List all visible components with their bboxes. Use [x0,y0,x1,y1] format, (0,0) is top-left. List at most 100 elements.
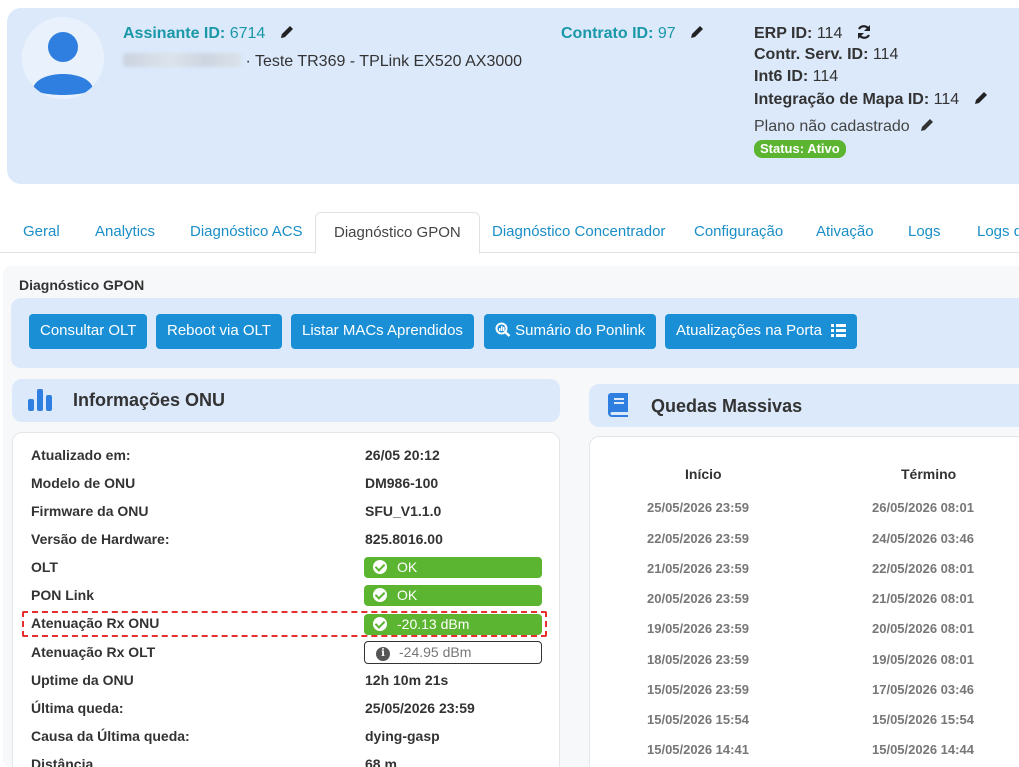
assinante-id-label: Assinante ID: [123,25,226,42]
info-label-firmware: Firmware da ONU [31,503,149,519]
info-value-distancia: 68 m [365,756,397,767]
queda-termino-cell: 19/05/2026 08:01 [872,652,974,667]
search-chart-icon [495,322,511,337]
info-label-olt: OLT [31,559,58,575]
subscriber-description: · Teste TR369 - TPLink EX520 AX3000 [245,53,523,70]
tab-diagnostico-concentrador[interactable]: Diagnóstico Concentrador [492,212,665,253]
check-circle-icon [373,588,387,602]
int6-id-value: 114 [812,68,839,85]
tab-logs-d[interactable]: Logs d [977,212,1019,253]
tab-geral[interactable]: Geral [23,212,60,253]
queda-termino-cell: 20/05/2026 08:01 [872,621,974,636]
info-value-ultima-queda: 25/05/2026 23:59 [365,700,475,716]
mapa-id-line: Integração de Mapa ID: 114 [754,90,989,109]
queda-termino-cell: 15/05/2026 14:44 [872,742,974,757]
info-label-uptime: Uptime da ONU [31,672,134,688]
col-header-termino: Término [901,466,957,482]
queda-termino-cell: 15/05/2026 15:54 [872,712,974,727]
check-circle-icon [373,560,387,574]
onu-info-title: Informações ONU [73,390,226,410]
sumario-ponlink-button[interactable]: Sumário do Ponlink [484,314,657,349]
contrato-id-label: Contrato ID: [561,25,654,42]
pon-link-status-text: OK [397,587,418,603]
queda-inicio-cell: 15/05/2026 15:54 [647,712,749,727]
queda-termino-cell: 24/05/2026 03:46 [872,531,974,546]
tab-ativacao[interactable]: Ativação [816,212,874,253]
tab-analytics[interactable]: Analytics [95,212,155,253]
rx-onu-highlight-box [22,611,547,637]
book-icon [608,393,628,417]
mapa-id-value: 114 [933,91,960,108]
info-label-rx-olt: Atenuação Rx OLT [31,644,156,660]
section-title: Diagnóstico GPON [19,277,145,293]
info-label-ultima-queda: Última queda: [31,700,124,716]
queda-inicio-cell: 15/05/2026 14:41 [647,742,749,757]
olt-status-text: OK [397,559,418,575]
queda-termino-cell: 26/05/2026 08:01 [872,500,974,515]
bar-chart-icon [28,389,52,411]
atualizacoes-porta-label: Atualizações na Porta [676,322,822,339]
edit-contrato-pencil-icon[interactable] [689,24,705,40]
info-value-modelo: DM986-100 [365,475,439,491]
edit-plano-pencil-icon[interactable] [919,117,935,133]
info-label-modelo: Modelo de ONU [31,475,136,491]
info-label-atualizado: Atualizado em: [31,447,131,463]
mapa-id-label: Integração de Mapa ID: [754,91,930,108]
edit-assinante-pencil-icon[interactable] [279,24,295,40]
subscriber-name-line: · Teste TR369 - TPLink EX520 AX3000 [123,53,522,71]
sumario-ponlink-label: Sumário do Ponlink [515,322,646,339]
info-label-pon-link: PON Link [31,587,95,603]
contr-serv-id-value: 114 [872,46,899,63]
info-label-distancia: Distância [31,756,94,767]
col-header-inicio: Início [685,466,722,482]
contrato-id-line: Contrato ID: 97 [561,24,705,43]
queda-inicio-cell: 20/05/2026 23:59 [647,591,749,606]
listar-macs-button[interactable]: Listar MACs Aprendidos [291,314,474,349]
queda-inicio-cell: 15/05/2026 23:59 [647,682,749,697]
info-value-causa: dying-gasp [365,728,440,744]
contr-serv-id-label: Contr. Serv. ID: [754,46,869,63]
contrato-id-value: 97 [657,25,676,42]
int6-id-label: Int6 ID: [754,68,809,85]
queda-inicio-cell: 25/05/2026 23:59 [647,500,749,515]
queda-termino-cell: 22/05/2026 08:01 [872,561,974,576]
tab-logs[interactable]: Logs [908,212,941,253]
queda-inicio-cell: 22/05/2026 23:59 [647,531,749,546]
user-avatar-icon [22,17,104,99]
quedas-header: Quedas Massivas [589,384,1019,427]
quedas-title: Quedas Massivas [651,396,803,416]
plano-line: Plano não cadastrado [754,117,935,136]
status-badge: Status: Ativo [754,140,846,158]
erp-id-value: 114 [816,25,843,42]
info-value-firmware: SFU_V1.1.0 [365,503,442,519]
avatar [22,17,104,99]
tab-diagnostico-acs[interactable]: Diagnóstico ACS [190,212,303,253]
blurred-subscriber-name [123,53,241,67]
queda-inicio-cell: 21/05/2026 23:59 [647,561,749,576]
consultar-olt-button[interactable]: Consultar OLT [29,314,148,349]
onu-info-header: Informações ONU [12,379,560,422]
assinante-id-value: 6714 [229,25,266,42]
queda-inicio-cell: 19/05/2026 23:59 [647,621,749,636]
tab-diagnostico-gpon[interactable]: Diagnóstico GPON [315,212,480,254]
reboot-olt-button[interactable]: Reboot via OLT [156,314,282,349]
info-value-atualizado: 26/05 20:12 [365,447,440,463]
queda-inicio-cell: 18/05/2026 23:59 [647,652,749,667]
sync-refresh-icon[interactable] [856,24,872,40]
atualizacoes-porta-button[interactable]: Atualizações na Porta [665,314,858,349]
info-label-hardware: Versão de Hardware: [31,531,170,547]
queda-termino-cell: 21/05/2026 08:01 [872,591,974,606]
plano-text: Plano não cadastrado [754,118,910,135]
erp-id-label: ERP ID: [754,25,813,42]
edit-mapa-pencil-icon[interactable] [973,90,989,106]
tab-bar: Geral Analytics Diagnóstico ACS Diagnóst… [0,212,1019,254]
tab-configuracao[interactable]: Configuração [694,212,783,253]
contr-serv-id-line: Contr. Serv. ID: 114 [754,46,898,64]
rx-olt-badge: i -24.95 dBm [364,641,542,664]
list-icon [831,324,847,337]
rx-olt-value: -24.95 dBm [399,644,472,660]
assinante-id-line: Assinante ID: 6714 [123,24,295,43]
olt-status-badge: OK [364,557,542,578]
info-value-hardware: 825.8016.00 [365,531,443,547]
info-circle-icon: i [376,647,390,661]
